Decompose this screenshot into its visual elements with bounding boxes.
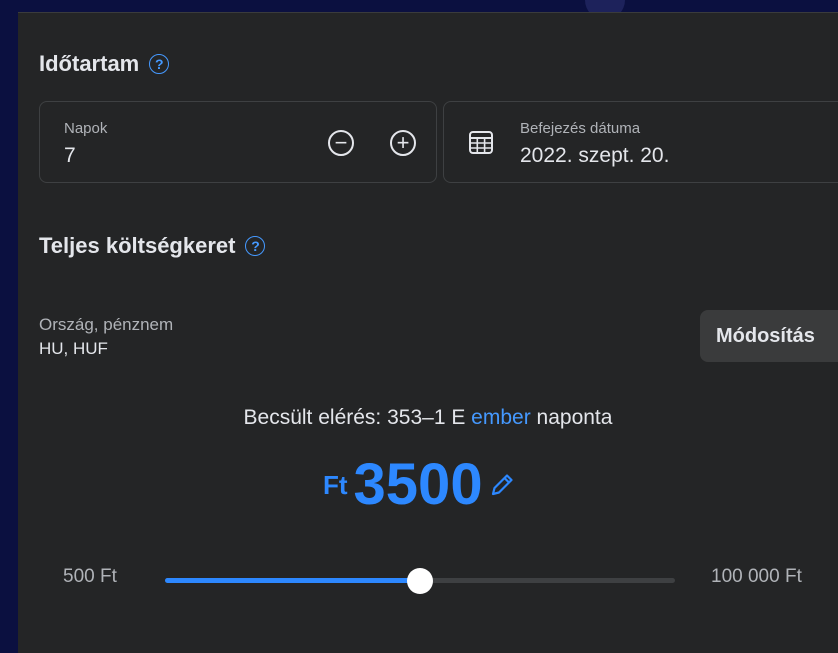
- duration-help-icon[interactable]: ?: [149, 54, 170, 74]
- days-field[interactable]: Napok 7 − +: [39, 101, 437, 183]
- estimated-reach: Becsült elérés: 353–1 E ember naponta: [18, 406, 838, 430]
- end-date-label: Befejezés dátuma: [520, 120, 641, 137]
- days-value: 7: [64, 144, 76, 167]
- slider-min-label: 500 Ft: [63, 566, 117, 587]
- increase-days-button[interactable]: +: [390, 130, 416, 156]
- budget-help-icon[interactable]: ?: [245, 236, 266, 256]
- duration-section-title: Időtartam ?: [39, 51, 170, 77]
- pencil-icon[interactable]: [489, 472, 515, 498]
- modify-button[interactable]: Módosítás: [700, 310, 838, 362]
- slider-thumb[interactable]: [407, 568, 433, 594]
- plus-icon: +: [396, 130, 410, 155]
- end-date-value: 2022. szept. 20.: [520, 144, 670, 167]
- modify-button-label: Módosítás: [716, 324, 815, 347]
- end-date-field[interactable]: Befejezés dátuma 2022. szept. 20.: [443, 101, 838, 183]
- country-currency-label: Ország, pénznem: [39, 315, 174, 334]
- budget-amount-value: 3500: [353, 452, 483, 517]
- budget-slider[interactable]: [165, 568, 675, 594]
- reach-suffix: naponta: [530, 406, 613, 429]
- duration-title: Időtartam: [39, 51, 140, 76]
- calendar-icon: [469, 131, 493, 154]
- slider-max-label: 100 000 Ft: [711, 566, 802, 587]
- budget-section-title: Teljes költségkeret ?: [39, 233, 266, 259]
- currency-symbol: Ft: [323, 470, 348, 500]
- minus-icon: −: [334, 130, 348, 155]
- slider-fill: [165, 578, 420, 583]
- budget-title: Teljes költségkeret: [39, 233, 236, 258]
- reach-people-link[interactable]: ember: [471, 406, 531, 429]
- country-currency-value: HU, HUF: [39, 339, 108, 358]
- days-label: Napok: [64, 120, 108, 137]
- reach-prefix: Becsült elérés: 353–1 E: [243, 406, 472, 429]
- budget-amount[interactable]: Ft 3500: [323, 456, 515, 514]
- decrease-days-button[interactable]: −: [328, 130, 354, 156]
- ad-settings-panel: Időtartam ? Napok 7 − + Befejezés dátuma…: [18, 12, 838, 653]
